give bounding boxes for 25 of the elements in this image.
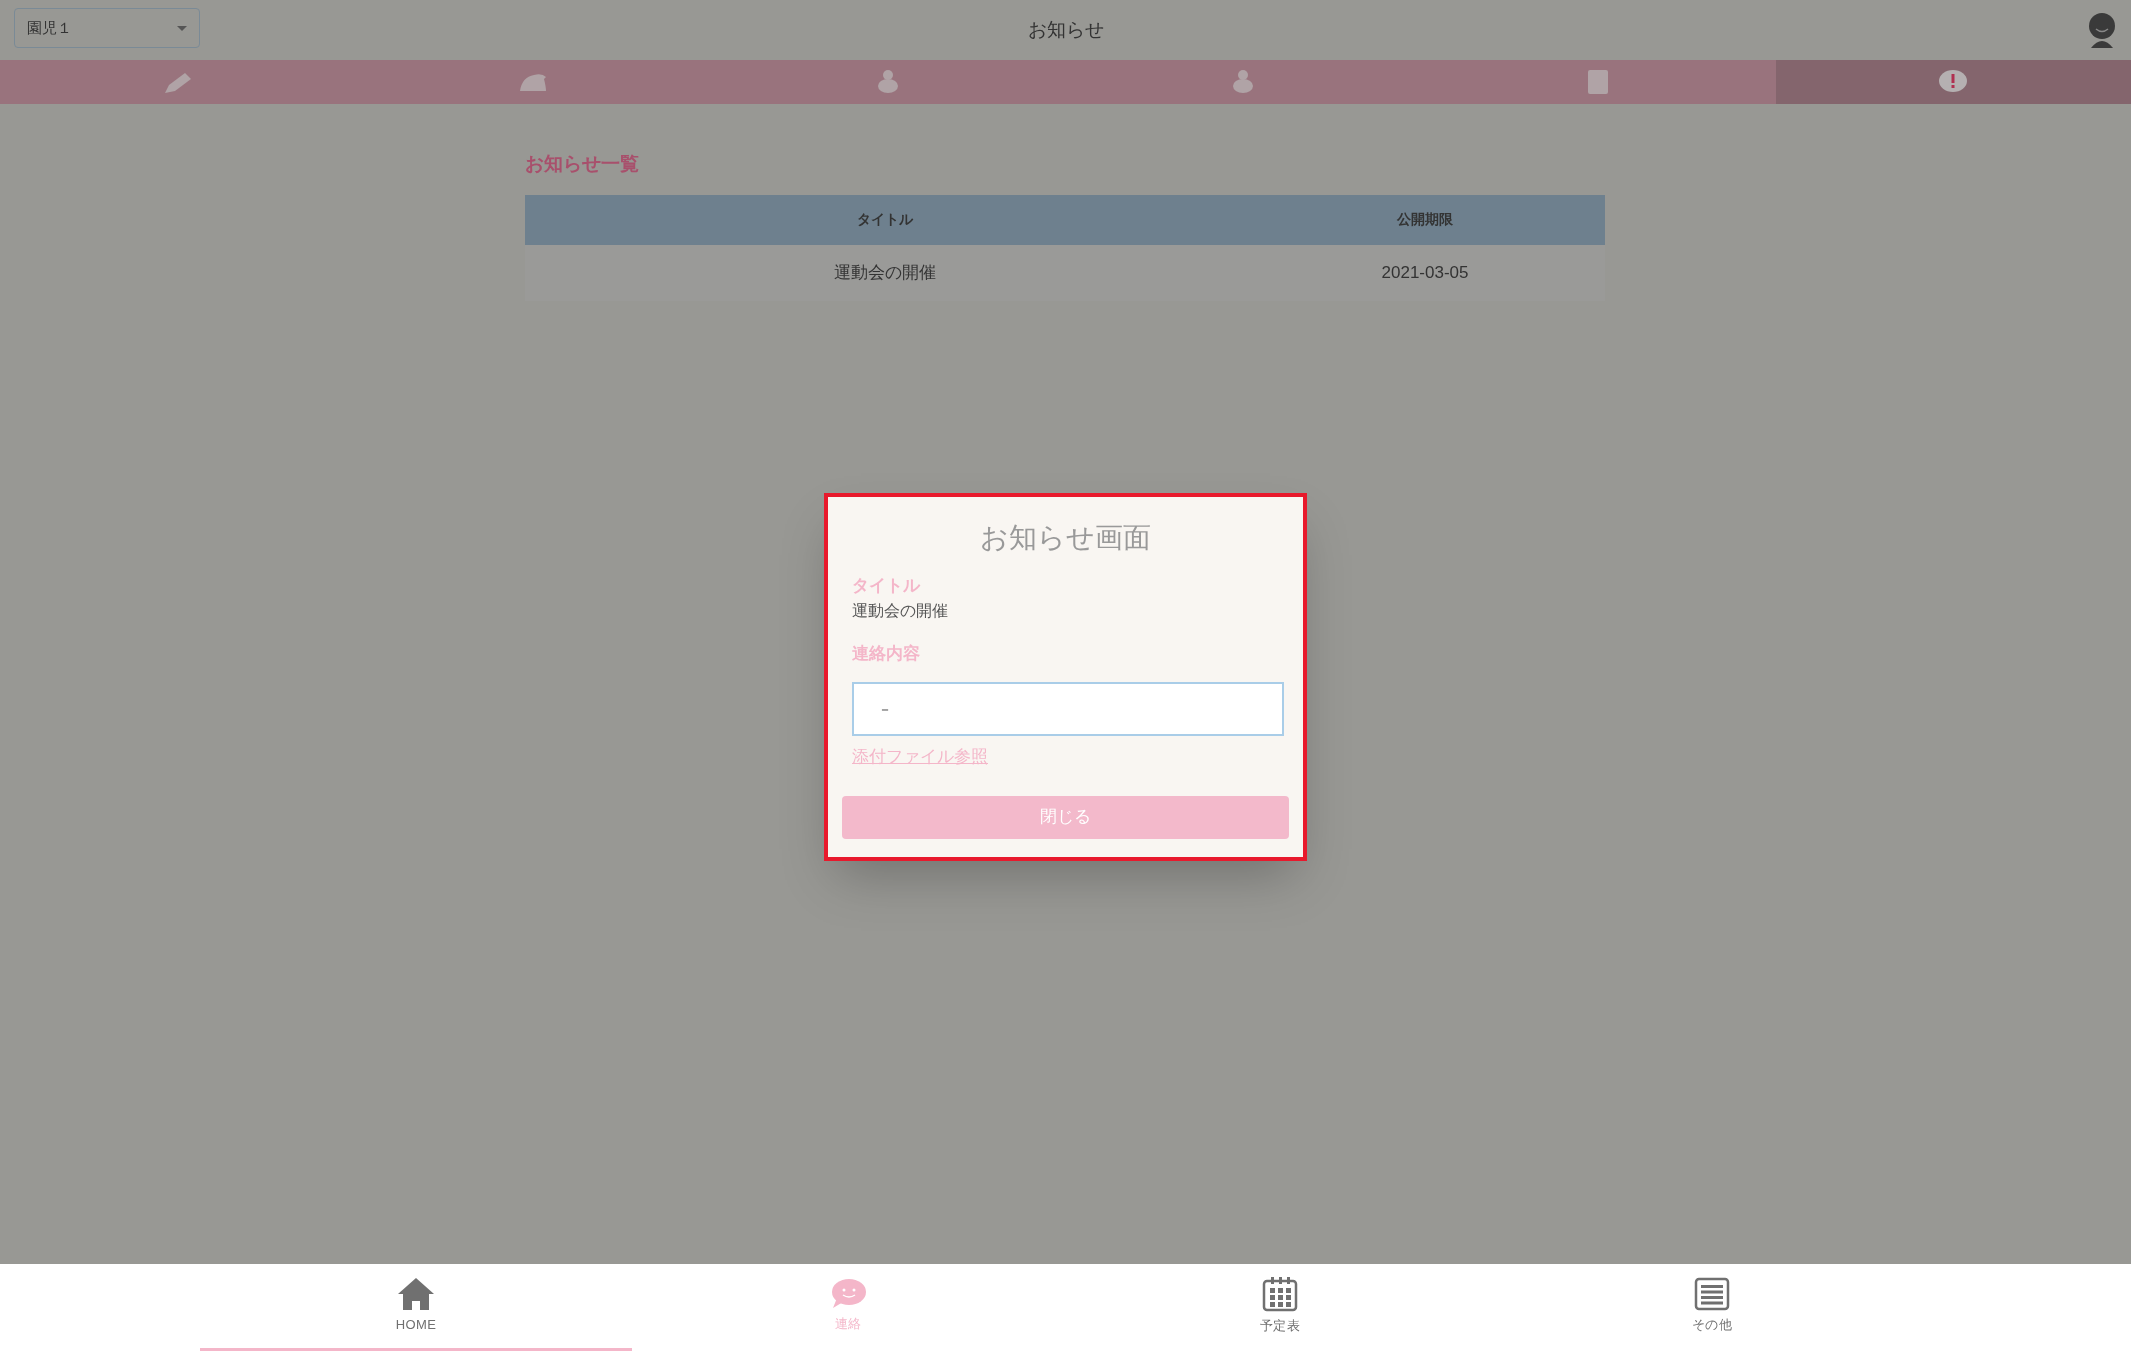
list-icon: [1694, 1277, 1730, 1312]
smiling-chat-bubble-icon: [829, 1278, 867, 1311]
section-heading: お知らせ一覧: [525, 152, 640, 176]
calendar-icon: [1262, 1276, 1298, 1313]
dialog-title: お知らせ画面: [980, 521, 1151, 555]
table-cell-text: 運動会の開催: [834, 261, 936, 284]
bottom-nav-item[interactable]: HOME: [200, 1264, 632, 1351]
field-label: タイトル: [852, 575, 922, 597]
table-cell-text: 2021-03-05: [1381, 261, 1469, 284]
alert-bubble-icon: [1938, 69, 1969, 95]
user-avatar-icon[interactable]: [2087, 12, 2117, 48]
child-select[interactable]: 園児１: [14, 8, 200, 48]
dropdown-caret-icon: [177, 25, 187, 31]
content-field[interactable]: －: [852, 682, 1284, 736]
bottom-nav-item[interactable]: その他: [1496, 1264, 1928, 1351]
table-row[interactable]: 運動会の開催 2021-03-05: [525, 244, 1605, 301]
field-label: 連絡内容: [852, 642, 921, 665]
bottom-nav-item[interactable]: 予定表: [1064, 1264, 1496, 1351]
page-title: お知らせ: [1027, 17, 1104, 42]
column-header: 公開期限: [1397, 210, 1453, 229]
notebook-icon: [1587, 69, 1610, 95]
column-header: タイトル: [857, 210, 913, 229]
home-icon: [397, 1277, 435, 1312]
category-tab[interactable]: [1775, 60, 2131, 104]
field-value: 運動会の開催: [852, 600, 949, 621]
